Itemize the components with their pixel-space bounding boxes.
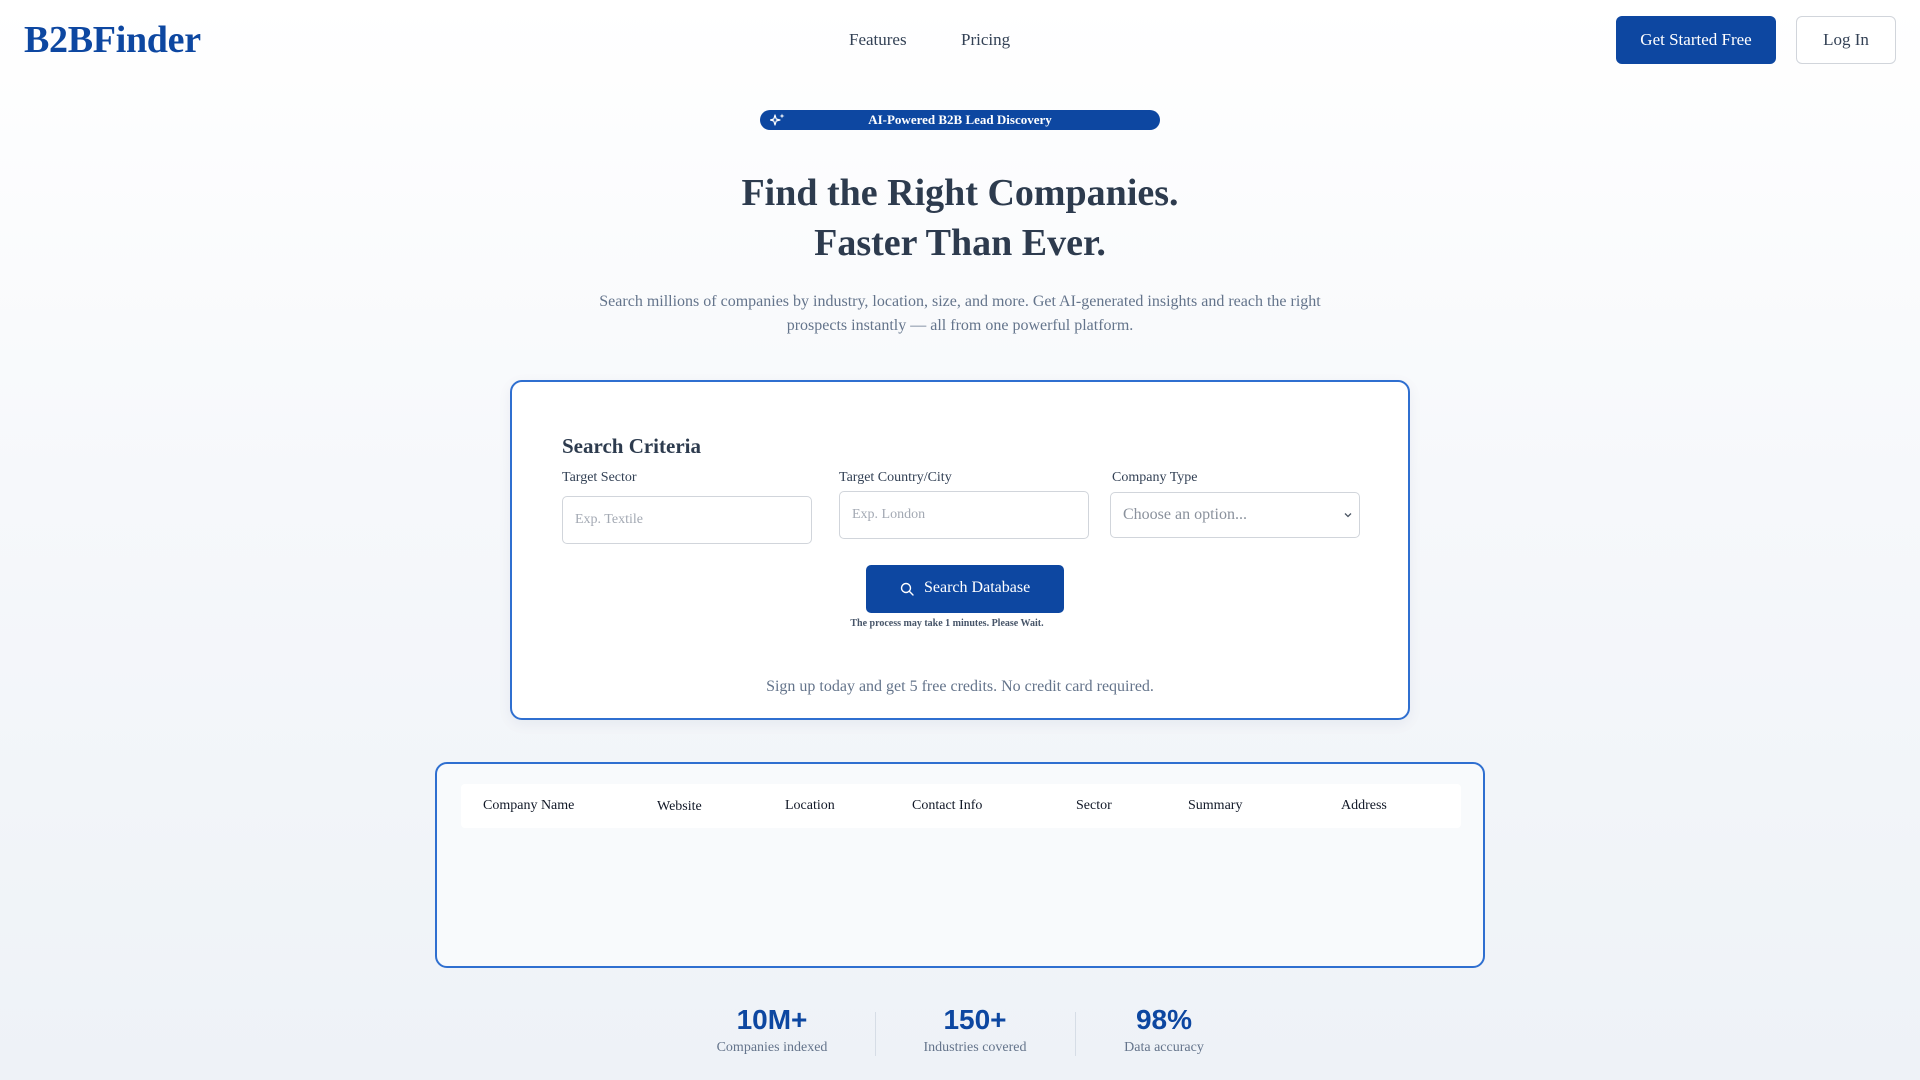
sparkle-icon [770,113,785,126]
stat-accuracy-value: 98% [1135,1004,1193,1035]
chevron-down-icon [1344,513,1352,518]
hero-subtitle: Search millions of companies by industry… [599,293,1321,334]
landing-page: B2BFinder Features Pricing Get Started F… [0,0,1920,1080]
search-icon [900,582,914,596]
stat-divider [1075,1012,1076,1056]
hero-badge: AI-Powered B2B Lead Discovery [760,110,1160,130]
company-type-label: Company Type [1112,470,1198,485]
search-criteria-title: Search Criteria [562,434,701,458]
hero-title: Find the Right Companies. Faster Than Ev… [0,168,1920,268]
nav-link-features[interactable]: Features [849,30,907,50]
stat-companies-value: 10M+ [736,1004,808,1035]
stat-accuracy-label: Data accuracy [1124,1040,1204,1055]
target-location-input[interactable] [839,491,1089,539]
target-location-label: Target Country/City [839,470,952,485]
top-navbar: B2BFinder Features Pricing Get Started F… [0,0,1920,80]
stat-industries-label: Industries covered [923,1040,1027,1055]
logo[interactable]: B2BFinder [24,18,201,62]
get-started-button[interactable]: Get Started Free [1616,16,1776,64]
nav-link-pricing[interactable]: Pricing [961,30,1010,50]
hero-title-line1: Find the Right Companies. [741,172,1179,214]
search-database-label: Search Database [924,579,1031,596]
stat-industries-value: 150+ [943,1004,1007,1035]
column-header-contact-info: Contact Info [912,798,983,813]
target-sector-label: Target Sector [562,470,637,485]
search-criteria-card: Search Criteria Target Sector Target Cou… [510,380,1410,720]
column-header-company-name: Company Name [483,798,575,813]
column-header-sector: Sector [1076,798,1112,813]
company-type-select[interactable]: Choose an option... [1110,492,1360,538]
company-type-selected: Choose an option... [1123,506,1247,523]
hero-badge-label: AI-Powered B2B Lead Discovery [868,112,1052,127]
results-table-header: Company Name Website Location Contact In… [461,784,1461,828]
column-header-summary: Summary [1188,798,1243,813]
results-table-card: Company Name Website Location Contact In… [435,762,1485,968]
stat-companies-label: Companies indexed [716,1040,828,1055]
wait-note: The process may take 1 minutes. Please W… [850,618,1044,629]
column-header-website: Website [657,799,702,814]
login-button[interactable]: Log In [1796,16,1896,64]
search-database-button[interactable]: Search Database [866,565,1064,613]
signup-note: Sign up today and get 5 free credits. No… [766,678,1154,695]
hero-title-line2: Faster Than Ever. [814,222,1106,264]
column-header-address: Address [1341,798,1387,813]
target-sector-input[interactable] [562,496,812,544]
stat-divider [875,1012,876,1056]
column-header-location: Location [785,798,835,813]
